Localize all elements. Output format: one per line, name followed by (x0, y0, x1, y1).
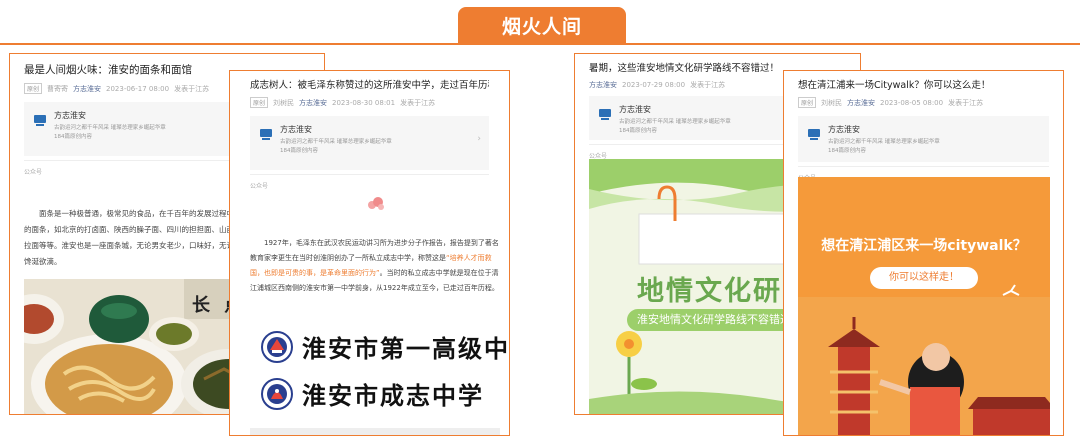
profile-name: 方志淮安 (619, 105, 651, 114)
article-card-school[interactable]: 成志树人：被毛泽东称赞过的这所淮安中学，走过百年历程 原创 刘树民 方志淮安 2… (229, 70, 510, 436)
profile-logo-icon (34, 115, 46, 126)
article-paragraph: 1927年，毛泽东在武汉农民运动讲习所为进步分子作报告，报告提到了著名教育家李更… (250, 236, 500, 296)
profile-desc: 古韵运河之都千年风采 璀璨总理家乡崛起华章 (54, 125, 166, 131)
profile-count: 184篇原创内容 (828, 148, 866, 154)
profile-count: 184篇原创内容 (619, 128, 657, 134)
header-underline (0, 43, 1080, 45)
profile-name: 方志淮安 (54, 111, 86, 120)
school-row-1: 淮安市第一高级中学 (260, 329, 510, 364)
publish-location: 发表于江苏 (400, 98, 436, 107)
original-tag: 原创 (250, 97, 269, 108)
original-tag: 原创 (798, 97, 817, 108)
image-placeholder (250, 428, 500, 435)
publish-date: 2023-08-30 08:01 (332, 98, 396, 107)
author: 曹寄寄 (47, 84, 69, 93)
profile-desc: 古韵运河之都千年风采 璀璨总理家乡崛起华章 (619, 119, 731, 125)
profile-logo-icon (260, 129, 272, 140)
profile-count: 184篇原创内容 (54, 134, 92, 140)
school-emblem-icon (261, 330, 293, 363)
gzh-label: 公众号 (250, 174, 489, 190)
account-link[interactable]: 方志淮安 (589, 80, 617, 90)
publish-date: 2023-06-17 08:00 (106, 84, 170, 93)
author: 刘树民 (821, 98, 843, 107)
account-link[interactable]: 方志淮安 (299, 98, 327, 108)
publish-date: 2023-07-29 08:00 (622, 81, 686, 89)
account-profile-card[interactable]: 方志淮安 古韵运河之都千年风采 璀璨总理家乡崛起华章 184篇原创内容 › (250, 116, 489, 170)
school-name-2: 淮安市成志中学 (302, 381, 484, 410)
publish-location: 发表于江苏 (948, 98, 984, 107)
publish-date: 2023-08-05 08:00 (880, 98, 944, 107)
school-emblem-icon (261, 377, 293, 410)
account-link[interactable]: 方志淮安 (73, 84, 101, 94)
profile-desc: 古韵运河之都千年风采 璀璨总理家乡崛起华章 (828, 139, 940, 145)
publish-location: 发表于江苏 (174, 84, 210, 93)
profile-name: 方志淮安 (280, 125, 312, 134)
school-row-2: 淮安市成志中学 (260, 376, 484, 411)
profile-name: 方志淮安 (828, 125, 860, 134)
article-title[interactable]: 成志树人：被毛泽东称赞过的这所淮安中学，走过百年历程 (250, 77, 489, 91)
profile-count: 184篇原创内容 (280, 148, 318, 154)
chevron-right-icon: › (477, 134, 481, 144)
poster-title: 想在清江浦区来一场citywalk？ (821, 238, 1027, 254)
account-link[interactable]: 方志淮安 (847, 98, 875, 108)
flower-icon (368, 197, 384, 210)
profile-logo-icon (599, 109, 611, 120)
author: 刘树民 (273, 98, 295, 107)
section-title-tab: 烟火人间 (458, 7, 626, 43)
poster-subtitle[interactable]: 你可以这样走！ (870, 267, 978, 289)
article-meta: 原创 刘树民 方志淮安 2023-08-30 08:01 发表于江苏 (250, 97, 489, 108)
account-profile-card[interactable]: 方志淮安 古韵运河之都千年风采 璀璨总理家乡崛起华章 184篇原创内容 (798, 116, 1049, 162)
original-tag: 原创 (24, 83, 43, 94)
article-card-citywalk[interactable]: 想在清江浦来一场Citywalk？你可以这么走！ 原创 刘树民 方志淮安 202… (783, 70, 1064, 436)
school-name-1: 淮安市第一高级中学 (302, 334, 510, 363)
section-title: 烟火人间 (501, 15, 582, 38)
citywalk-poster: 想在清江浦区来一场citywalk？ 你可以这样走！ (798, 177, 1050, 435)
profile-desc: 古韵运河之都千年风采 璀璨总理家乡崛起华章 (280, 139, 392, 145)
publish-location: 发表于江苏 (690, 81, 726, 89)
article-meta: 原创 刘树民 方志淮安 2023-08-05 08:00 发表于江苏 (798, 97, 1049, 108)
article-title[interactable]: 想在清江浦来一场Citywalk？你可以这么走！ (798, 77, 1049, 91)
profile-logo-icon (808, 129, 820, 140)
